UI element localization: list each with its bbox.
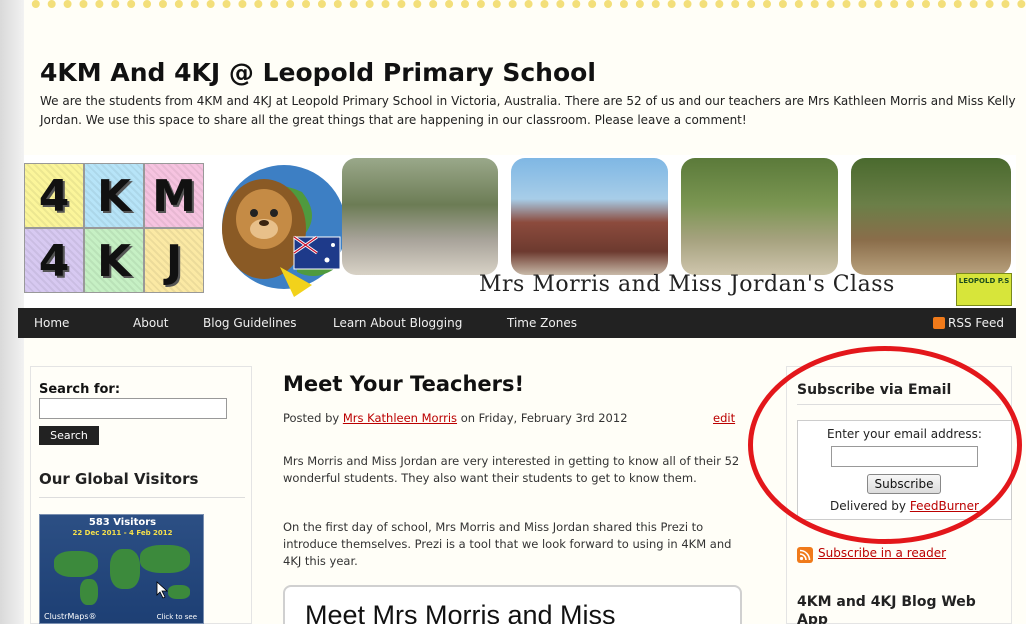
school-logo: LEOPOLD P.S — [956, 273, 1012, 306]
map-continent — [80, 579, 98, 605]
post-title[interactable]: Meet Your Teachers! — [283, 372, 524, 396]
delivered-by: Delivered by FeedBurner — [797, 499, 1012, 513]
post-paragraph: On the first day of school, Mrs Morris a… — [283, 520, 732, 568]
rss-feed-link[interactable]: RSS Feed — [932, 308, 1004, 338]
email-label: Enter your email address: — [827, 427, 982, 441]
lion-globe-image — [222, 165, 346, 297]
search-input[interactable] — [39, 398, 227, 419]
edit-link[interactable]: edit — [713, 411, 735, 425]
clustrmaps-brand: ClustrMaps® — [44, 612, 97, 621]
rss-feed-icon — [932, 317, 945, 329]
main-nav: Home About Blog Guidelines Learn About B… — [18, 308, 1016, 338]
clustrmaps-widget[interactable]: 583 Visitors 22 Dec 2011 - 4 Feb 2012 Cl… — [39, 514, 204, 624]
map-continent — [54, 551, 98, 577]
class-tiles: 4 K M 4 K J — [24, 163, 204, 293]
map-continent — [110, 549, 140, 589]
search-label: Search for: — [39, 382, 121, 397]
rss-reader-icon — [797, 547, 813, 563]
post-date: on Friday, February 3rd 2012 — [460, 411, 628, 425]
visitor-count: 583 Visitors — [88, 517, 157, 528]
visitor-date-range: 22 Dec 2011 - 4 Feb 2012 — [72, 529, 173, 537]
visitors-heading: Our Global Visitors — [39, 470, 199, 488]
nav-learn-about-blogging[interactable]: Learn About Blogging — [333, 308, 462, 338]
search-button[interactable]: Search — [39, 426, 99, 445]
map-continent — [140, 545, 190, 573]
cursor-icon — [156, 581, 169, 599]
map-continent — [168, 585, 190, 599]
rss-glyph — [799, 549, 811, 561]
posted-by-label: Posted by — [283, 411, 340, 425]
subscribe-heading: Subscribe via Email — [797, 382, 952, 398]
divider — [797, 404, 1001, 405]
prezi-title: Meet Mrs Morris and Miss — [305, 600, 616, 624]
nav-home[interactable]: Home — [34, 308, 69, 338]
divider — [39, 497, 245, 498]
school-garden-photo-2 — [681, 158, 838, 275]
feedburner-link[interactable]: FeedBurner — [910, 499, 979, 513]
banner-caption: Mrs Morris and Miss Jordan's Class — [479, 272, 895, 297]
tile-4: 4 — [24, 163, 84, 228]
site-description: We are the students from 4KM and 4KJ at … — [40, 94, 1016, 127]
post-meta: Posted by Mrs Kathleen Morris on Friday,… — [283, 411, 628, 425]
blog-web-app-heading: 4KM and 4KJ Blog Web App — [797, 594, 976, 624]
school-entrance-photo — [511, 158, 668, 275]
nav-time-zones[interactable]: Time Zones — [507, 308, 577, 338]
subscribe-button[interactable]: Subscribe — [867, 474, 941, 494]
tile-4b: 4 — [24, 228, 84, 293]
site-title[interactable]: 4KM And 4KJ @ Leopold Primary School — [40, 58, 596, 87]
nav-blog-guidelines[interactable]: Blog Guidelines — [203, 308, 297, 338]
tile-kb: K — [84, 228, 144, 293]
school-garden-photo-1 — [342, 158, 498, 275]
subscribe-reader-link[interactable]: Subscribe in a reader — [818, 546, 946, 560]
author-link[interactable]: Mrs Kathleen Morris — [343, 411, 457, 425]
tile-k: K — [84, 163, 144, 228]
post-paragraph: Mrs Morris and Miss Jordan are very inte… — [283, 454, 740, 485]
tile-m: M — [144, 163, 204, 228]
rss-feed-label: RSS Feed — [947, 316, 1004, 330]
school-garden-photo-3 — [851, 158, 1011, 275]
nav-about[interactable]: About — [133, 308, 168, 338]
header-banner: 4 K M 4 K J Mrs Morris and Miss Jordan's… — [24, 155, 1016, 308]
click-to-see: Click to see — [156, 613, 197, 621]
email-field[interactable] — [831, 446, 978, 467]
delivered-by-label: Delivered by — [830, 499, 907, 513]
tile-j: J — [144, 228, 204, 293]
